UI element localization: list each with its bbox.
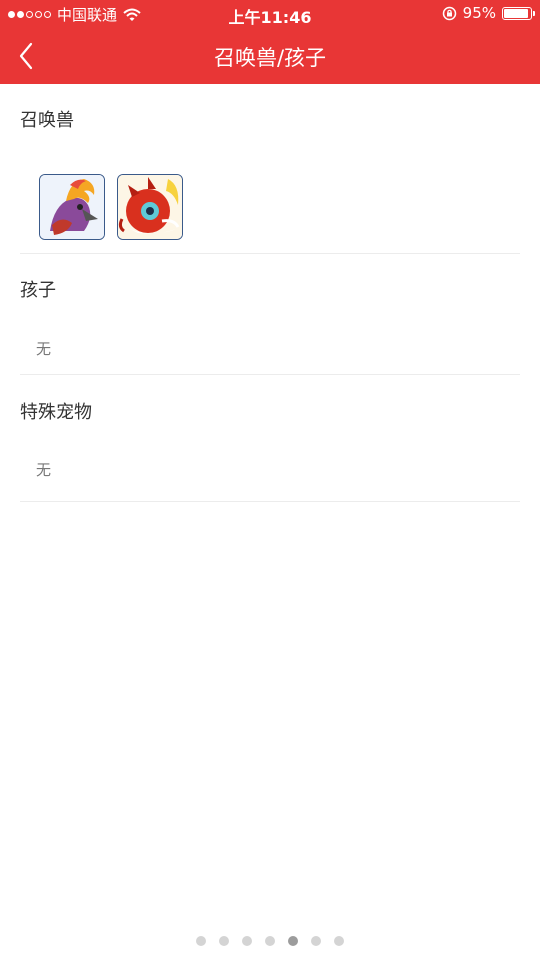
battery-icon [502, 6, 535, 20]
page-dot[interactable] [311, 936, 321, 946]
children-section: 孩子 无 [20, 254, 520, 375]
special-pets-section: 特殊宠物 无 [20, 375, 520, 502]
navigation-bar: 召唤兽/孩子 [0, 28, 540, 84]
summon-red-beast-avatar[interactable] [117, 174, 183, 240]
status-bar: 中国联通 上午11:46 95% [0, 0, 540, 28]
rotation-lock-icon [442, 6, 456, 20]
summon-section: 召唤兽 [20, 84, 520, 254]
battery-percent: 95% [462, 4, 496, 22]
page-dot[interactable] [196, 936, 206, 946]
page-indicator[interactable] [0, 936, 540, 946]
page-dot[interactable] [242, 936, 252, 946]
special-pets-section-label: 特殊宠物 [20, 402, 92, 423]
summon-phoenix-avatar[interactable] [39, 174, 105, 240]
children-section-label: 孩子 [20, 280, 56, 301]
header: 中国联通 上午11:46 95% 召唤兽/孩子 [0, 0, 540, 84]
special-pets-value: 无 [36, 461, 52, 479]
children-value: 无 [36, 340, 52, 358]
page-dot[interactable] [288, 936, 298, 946]
summon-section-label: 召唤兽 [20, 110, 74, 131]
page-dot[interactable] [219, 936, 229, 946]
page-dot[interactable] [265, 936, 275, 946]
page-title: 召唤兽/孩子 [213, 46, 327, 70]
page-dot[interactable] [334, 936, 344, 946]
